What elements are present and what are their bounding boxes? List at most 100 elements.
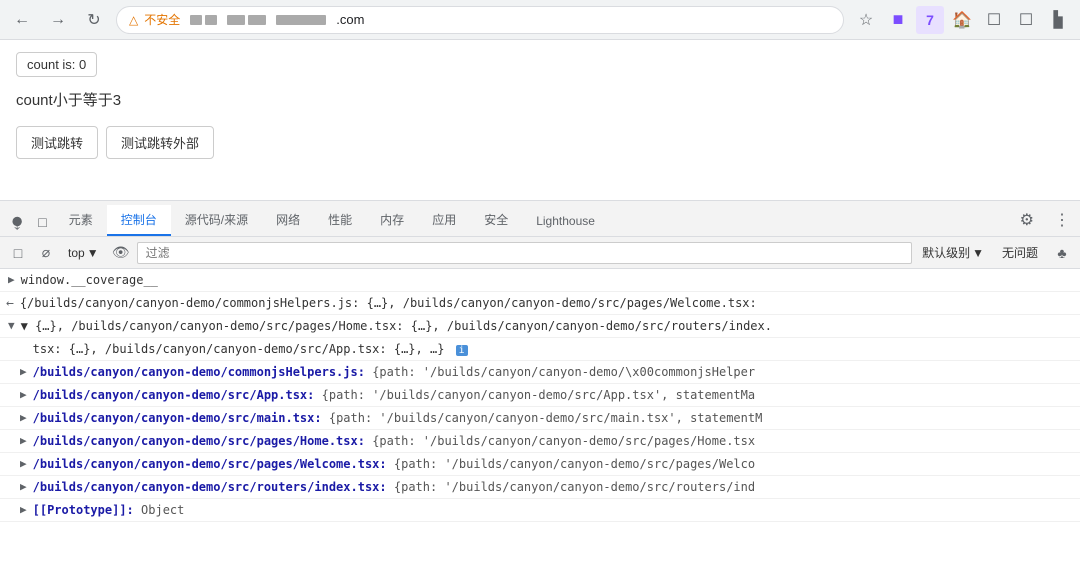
ext-home-icon[interactable]: 🏠 xyxy=(948,6,976,34)
ext-square2-icon[interactable]: ☐ xyxy=(1012,6,1040,34)
console-content-0: window.__coverage__ xyxy=(21,271,1072,289)
console-line-2[interactable]: ▼ ▼ {…}, /builds/canyon/canyon-demo/src/… xyxy=(0,315,1080,338)
prop-val-5: {path: '/builds/canyon/canyon-demo/src/A… xyxy=(322,388,755,402)
prop-val-4: {path: '/builds/canyon/canyon-demo/\x00c… xyxy=(372,365,755,379)
console-line-8[interactable]: ▶ /builds/canyon/canyon-demo/src/pages/W… xyxy=(0,453,1080,476)
expand-arrow-7: ▶ xyxy=(20,432,27,447)
prop-key-10: [[Prototype]]: xyxy=(33,503,134,517)
prop-val-8: {path: '/builds/canyon/canyon-demo/src/p… xyxy=(394,457,755,471)
eye-button[interactable]: 👁 xyxy=(109,241,133,265)
log-level-selector[interactable]: 默认级别 ▼ xyxy=(916,242,990,263)
tab-memory[interactable]: 内存 xyxy=(366,205,418,236)
prop-key-6: /builds/canyon/canyon-demo/src/main.tsx: xyxy=(33,411,322,425)
issues-icon[interactable]: ♣ xyxy=(1050,241,1074,265)
expand-arrow-5: ▶ xyxy=(20,386,27,401)
tab-sources[interactable]: 源代码/来源 xyxy=(171,205,262,236)
url-domain: .com xyxy=(336,12,364,27)
console-line-4[interactable]: ▶ /builds/canyon/canyon-demo/commonjsHel… xyxy=(0,361,1080,384)
frame-selector[interactable]: top ▼ xyxy=(62,244,105,262)
console-text-2: ▼ {…}, /builds/canyon/canyon-demo/src/pa… xyxy=(21,319,772,333)
count-badge: count is: 0 xyxy=(16,52,97,77)
console-line-1[interactable]: ← {/builds/canyon/canyon-demo/commonjsHe… xyxy=(0,292,1080,315)
count-condition: count小于等于3 xyxy=(16,89,1064,110)
log-level-label: 默认级别 xyxy=(922,244,970,261)
prop-val-9: {path: '/builds/canyon/canyon-demo/src/r… xyxy=(394,480,755,494)
console-line-10[interactable]: ▶ [[Prototype]]: Object xyxy=(0,499,1080,522)
console-line-7[interactable]: ▶ /builds/canyon/canyon-demo/src/pages/H… xyxy=(0,430,1080,453)
collapse-arrow-2: ▼ xyxy=(8,317,15,332)
forward-button[interactable]: → xyxy=(44,6,72,34)
back-button[interactable]: ← xyxy=(8,6,36,34)
tab-application[interactable]: 应用 xyxy=(418,205,470,236)
console-content-6: /builds/canyon/canyon-demo/src/main.tsx:… xyxy=(33,409,1072,427)
devtools-inspect-icon[interactable]: □ xyxy=(30,208,54,236)
info-badge: i xyxy=(456,345,468,356)
ext-square1-icon[interactable]: ☐ xyxy=(980,6,1008,34)
block-requests-button[interactable]: ⌀ xyxy=(34,241,58,265)
console-content-10: [[Prototype]]: Object xyxy=(33,501,1072,519)
tab-security[interactable]: 安全 xyxy=(470,205,522,236)
tab-network[interactable]: 网络 xyxy=(262,205,314,236)
issues-badge: 无问题 xyxy=(994,242,1046,263)
tab-performance[interactable]: 性能 xyxy=(314,205,366,236)
console-content-4: /builds/canyon/canyon-demo/commonjsHelpe… xyxy=(33,363,1072,381)
ext-puzzle-icon[interactable]: ■ xyxy=(884,6,912,34)
console-filter-input[interactable] xyxy=(137,242,913,264)
bookmark-icon[interactable]: ☆ xyxy=(852,6,880,34)
expand-arrow-9: ▶ xyxy=(20,478,27,493)
expand-arrow-4: ▶ xyxy=(20,363,27,378)
prop-key-8: /builds/canyon/canyon-demo/src/pages/Wel… xyxy=(33,457,387,471)
url-redacted xyxy=(190,15,326,25)
devtools-toolbar: □ ⌀ top ▼ 👁 默认级别 ▼ 无问题 ♣ xyxy=(0,237,1080,269)
console-line-0[interactable]: ▶ window.__coverage__ xyxy=(0,269,1080,292)
prop-val-6: {path: '/builds/canyon/canyon-demo/src/m… xyxy=(329,411,762,425)
prop-key-5: /builds/canyon/canyon-demo/src/App.tsx: xyxy=(33,388,315,402)
console-content-9: /builds/canyon/canyon-demo/src/routers/i… xyxy=(33,478,1072,496)
security-warning-icon: △ xyxy=(129,13,138,27)
tab-lighthouse[interactable]: Lighthouse xyxy=(522,208,609,236)
browser-toolbar-icons: ☆ ■ 7 🏠 ☐ ☐ 🬺 xyxy=(852,6,1072,34)
devtools-console: ▶ window.__coverage__ ← {/builds/canyon/… xyxy=(0,269,1080,540)
tab-elements[interactable]: 元素 xyxy=(55,205,107,236)
jump-button[interactable]: 测试跳转 xyxy=(16,126,98,159)
devtools-cursor-icon[interactable]: ⧭ xyxy=(4,208,30,236)
console-text-3: tsx: {…}, /builds/canyon/canyon-demo/src… xyxy=(33,342,445,356)
console-line-5[interactable]: ▶ /builds/canyon/canyon-demo/src/App.tsx… xyxy=(0,384,1080,407)
prop-key-7: /builds/canyon/canyon-demo/src/pages/Hom… xyxy=(33,434,365,448)
arrow-left-1: ← xyxy=(6,294,14,311)
ext-cookie-icon[interactable]: 🬺 xyxy=(1044,6,1072,34)
devtools-panel: ⧭ □ 元素 控制台 源代码/来源 网络 性能 内存 应用 安全 Lightho… xyxy=(0,200,1080,540)
devtools-settings-icon[interactable]: ⚙ xyxy=(1010,204,1044,236)
sidebar-toggle-button[interactable]: □ xyxy=(6,241,30,265)
prop-key-4: /builds/canyon/canyon-demo/commonjsHelpe… xyxy=(33,365,365,379)
jump-external-button[interactable]: 测试跳转外部 xyxy=(106,126,214,159)
reload-button[interactable]: ↻ xyxy=(80,6,108,34)
ext-7-icon[interactable]: 7 xyxy=(916,6,944,34)
prop-val-7: {path: '/builds/canyon/canyon-demo/src/p… xyxy=(372,434,755,448)
console-content-1: {/builds/canyon/canyon-demo/commonjsHelp… xyxy=(20,294,1072,312)
console-line-3[interactable]: ▶ tsx: {…}, /builds/canyon/canyon-demo/s… xyxy=(0,338,1080,361)
expand-arrow-6: ▶ xyxy=(20,409,27,424)
console-line-6[interactable]: ▶ /builds/canyon/canyon-demo/src/main.ts… xyxy=(0,407,1080,430)
address-bar[interactable]: △ 不安全 .com xyxy=(116,6,844,34)
security-warning-text: 不安全 xyxy=(144,11,180,28)
expand-arrow-8: ▶ xyxy=(20,455,27,470)
console-text-1: {/builds/canyon/canyon-demo/commonjsHelp… xyxy=(20,296,757,310)
button-row: 测试跳转 测试跳转外部 xyxy=(16,126,1064,159)
console-line-9[interactable]: ▶ /builds/canyon/canyon-demo/src/routers… xyxy=(0,476,1080,499)
expand-arrow-10: ▶ xyxy=(20,501,27,516)
tab-console[interactable]: 控制台 xyxy=(107,205,171,236)
console-content-3: tsx: {…}, /builds/canyon/canyon-demo/src… xyxy=(33,340,1072,358)
page-content: count is: 0 count小于等于3 测试跳转 测试跳转外部 xyxy=(0,40,1080,200)
prop-key-9: /builds/canyon/canyon-demo/src/routers/i… xyxy=(33,480,387,494)
browser-chrome: ← → ↻ △ 不安全 .com ☆ ■ 7 🏠 ☐ ☐ 🬺 xyxy=(0,0,1080,40)
frame-selector-label: top xyxy=(68,246,85,260)
devtools-more-icon[interactable]: ⋮ xyxy=(1044,204,1080,236)
expand-arrow-0: ▶ xyxy=(8,271,15,286)
console-content-5: /builds/canyon/canyon-demo/src/App.tsx: … xyxy=(33,386,1072,404)
log-level-arrow: ▼ xyxy=(972,246,984,260)
devtools-tabs: ⧭ □ 元素 控制台 源代码/来源 网络 性能 内存 应用 安全 Lightho… xyxy=(0,201,1080,237)
console-content-8: /builds/canyon/canyon-demo/src/pages/Wel… xyxy=(33,455,1072,473)
frame-dropdown-arrow: ▼ xyxy=(87,246,99,260)
console-text-0: window.__coverage__ xyxy=(21,273,158,287)
